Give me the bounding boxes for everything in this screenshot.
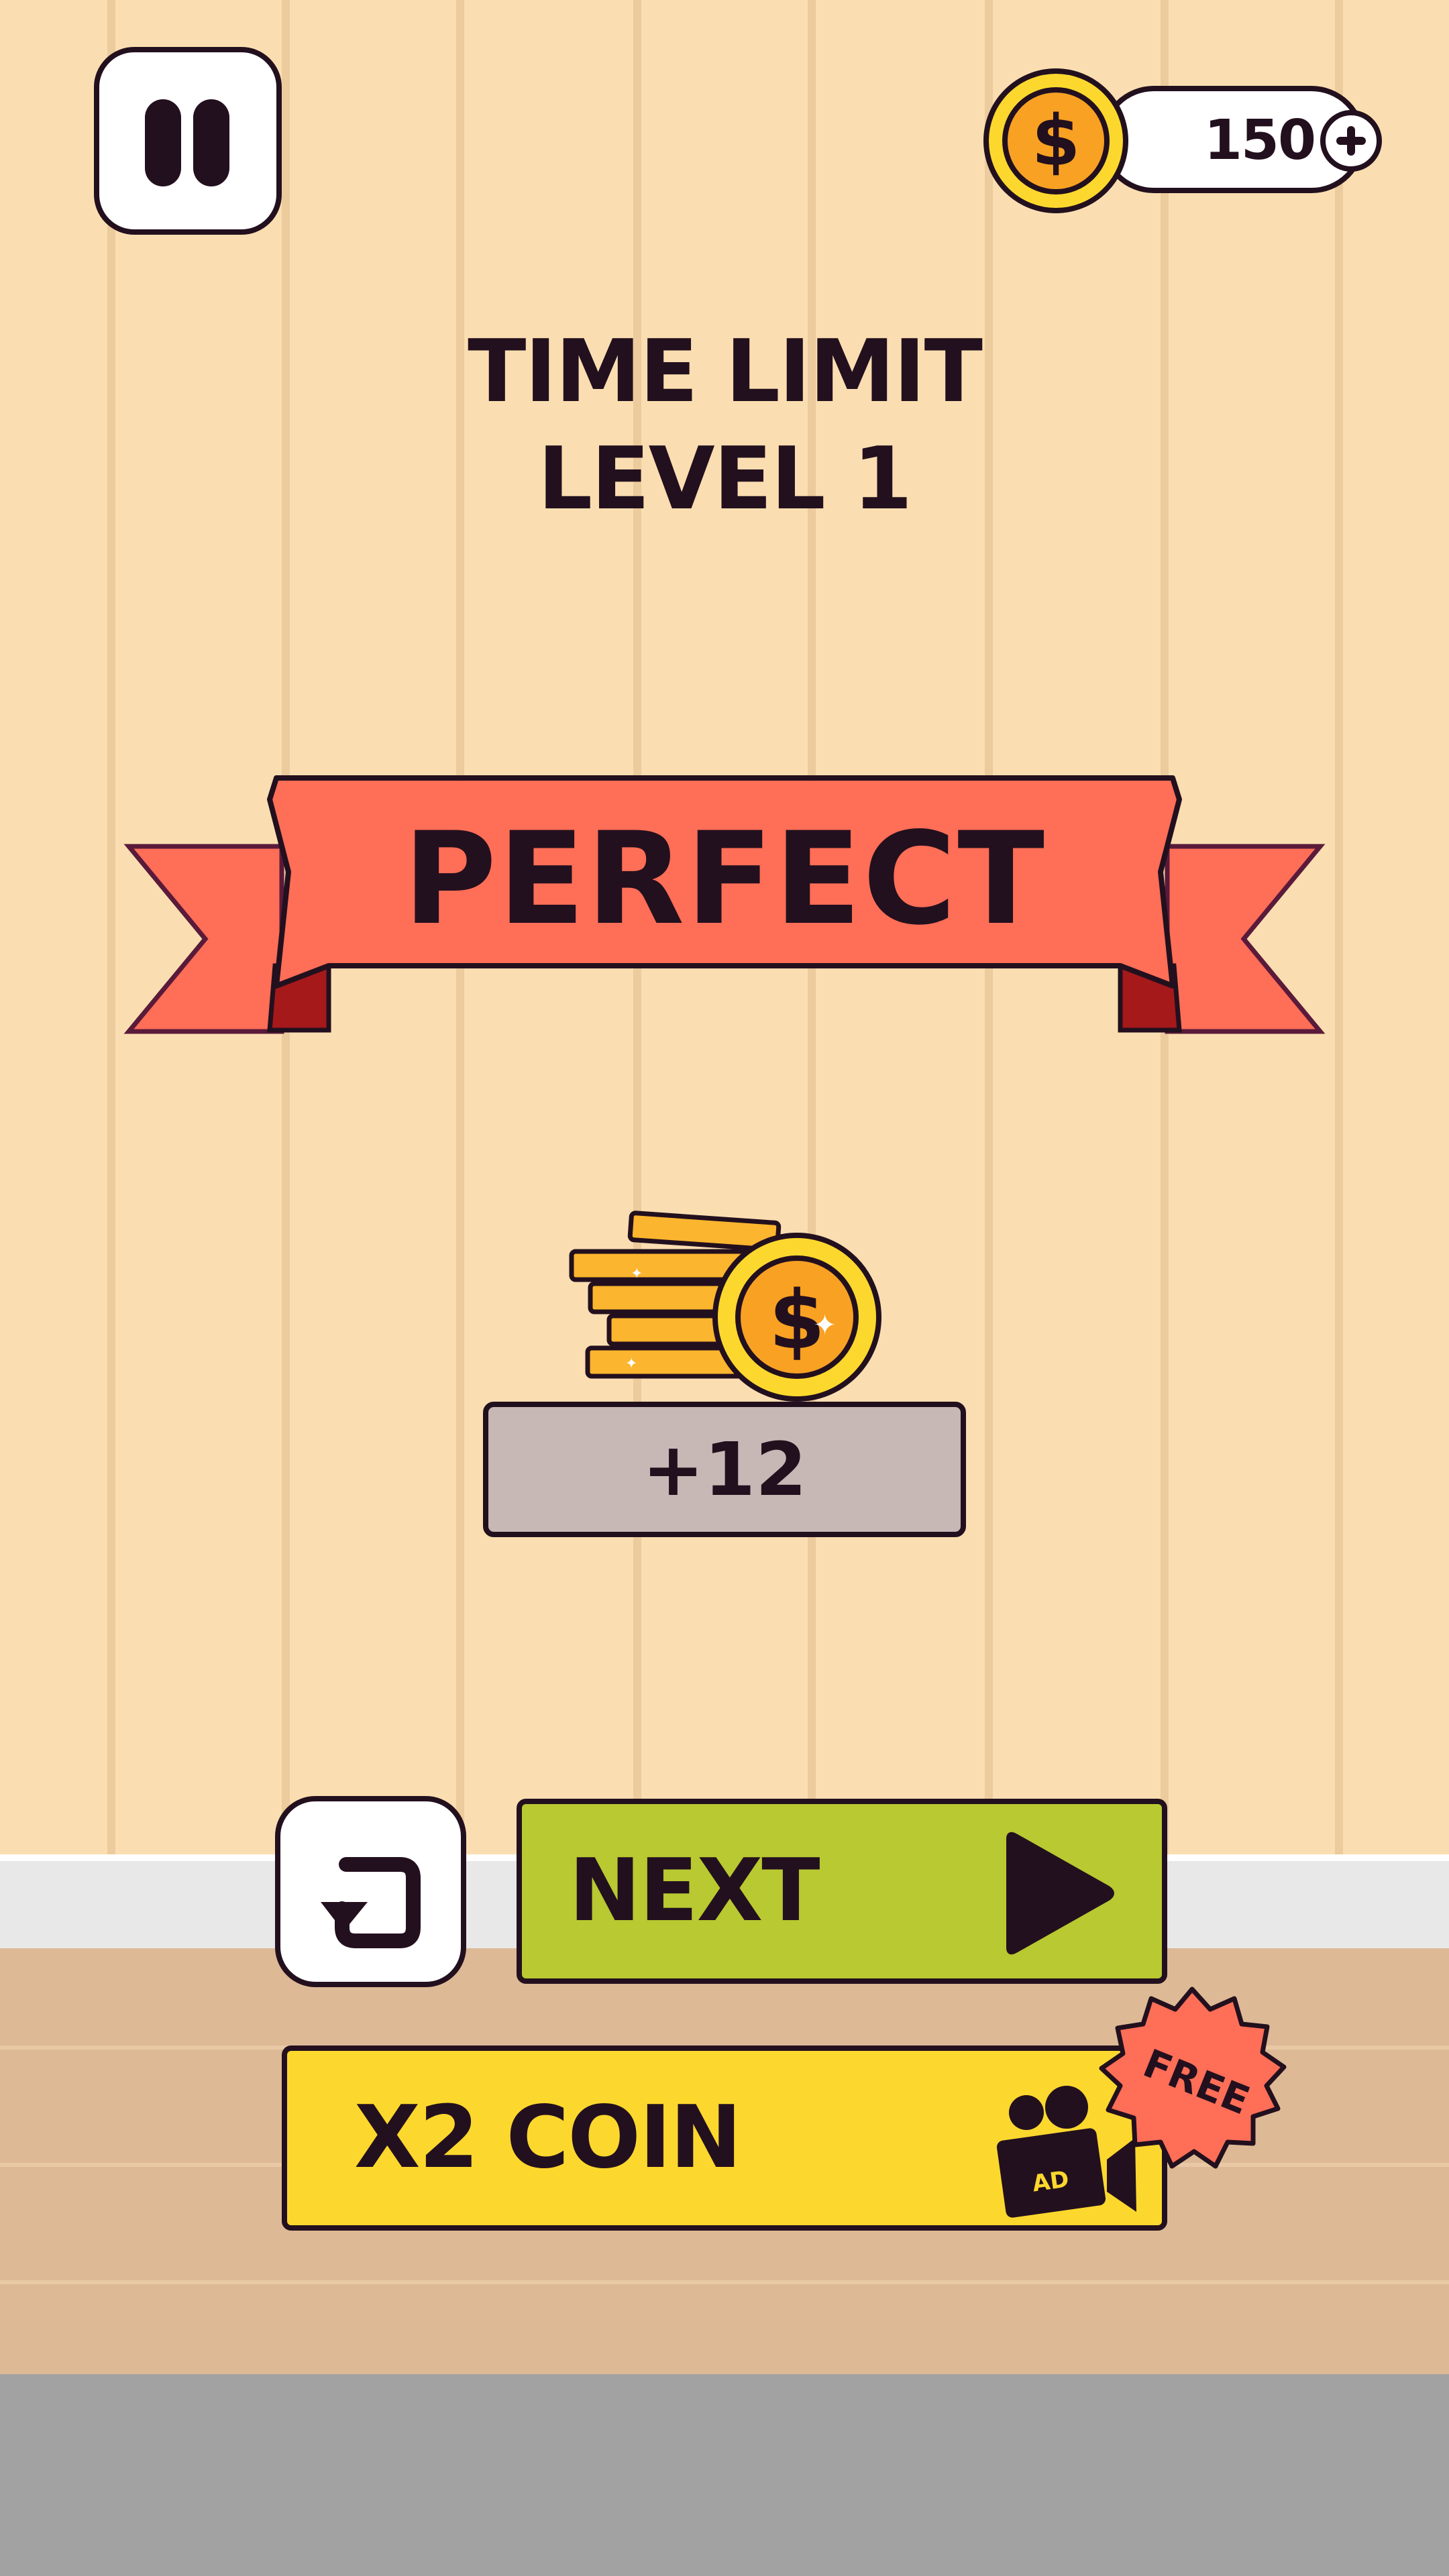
plus-icon bbox=[1336, 126, 1366, 156]
double-coins-button[interactable]: X2 COIN AD bbox=[282, 2046, 1167, 2231]
ground-strip bbox=[0, 2374, 1449, 2576]
svg-text:✦: ✦ bbox=[813, 1308, 837, 1341]
coin-stack-icon: $ ✦ ✦ ✦ bbox=[569, 1211, 881, 1402]
reward-amount: +12 bbox=[483, 1402, 966, 1537]
pause-icon bbox=[99, 52, 276, 229]
free-badge: FREE bbox=[1099, 1986, 1287, 2169]
next-button[interactable]: NEXT bbox=[517, 1799, 1167, 1984]
level-title: LEVEL 1 bbox=[537, 429, 913, 529]
dollar-coin-icon: $ bbox=[983, 68, 1128, 213]
svg-text:✦: ✦ bbox=[625, 1355, 637, 1372]
play-icon bbox=[1006, 1832, 1114, 1955]
pause-button[interactable] bbox=[94, 47, 282, 235]
retry-icon bbox=[321, 1857, 421, 1948]
next-label: NEXT bbox=[569, 1841, 820, 1941]
svg-text:$: $ bbox=[1032, 100, 1080, 182]
coin-balance: 150 bbox=[1203, 109, 1316, 172]
add-coins-button[interactable] bbox=[1320, 110, 1382, 172]
floor-line bbox=[0, 2280, 1449, 2284]
game-mode-title: TIME LIMIT bbox=[468, 322, 983, 422]
svg-text:✦: ✦ bbox=[631, 1266, 643, 1282]
double-coins-label: X2 COIN bbox=[354, 2088, 742, 2188]
ad-label: AD bbox=[1030, 2166, 1071, 2197]
retry-button[interactable] bbox=[275, 1796, 466, 1987]
result-rating: PERFECT bbox=[403, 805, 1046, 953]
